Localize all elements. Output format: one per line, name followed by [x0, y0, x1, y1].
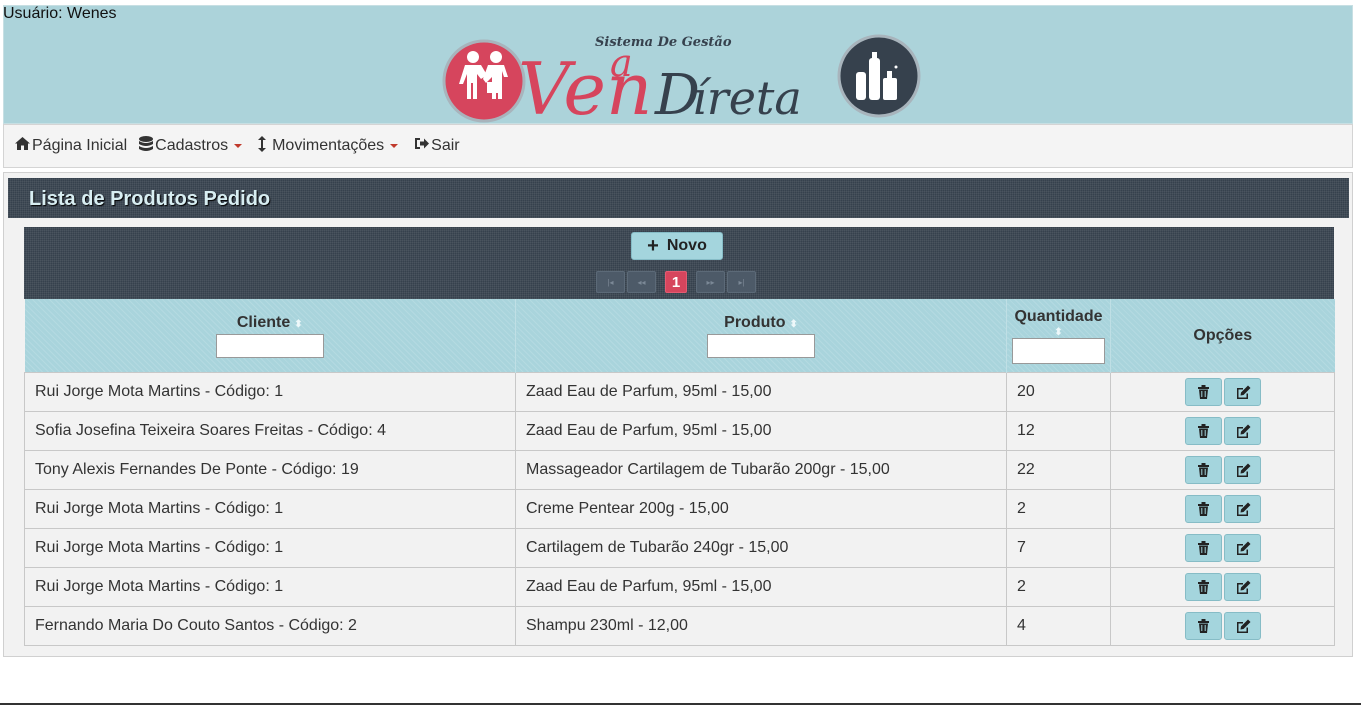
cell-opcoes [1110, 450, 1335, 490]
prev-page-button[interactable]: ◂◂ [627, 271, 656, 293]
database-icon [139, 135, 154, 157]
nav-cadastros[interactable]: Cadastros [139, 135, 243, 157]
filter-produto-input[interactable] [707, 333, 815, 358]
cell-quantidade: 7 [1006, 528, 1111, 568]
nav-sair-label: Sair [431, 137, 460, 154]
nav-movimentacoes-label: Movimentações [272, 137, 385, 154]
products-table: Cliente⬍ Produto⬍ Quantidade ⬍ Opções [24, 299, 1335, 646]
next-page-button[interactable]: ▸▸ [696, 271, 725, 293]
nav-home-label: Página Inicial [32, 137, 128, 154]
cell-opcoes [1110, 606, 1335, 646]
edit-button[interactable] [1223, 378, 1261, 406]
product-list-panel: Lista de Produtos Pedido + Novo |◂ ◂◂ 1 … [3, 172, 1353, 657]
cell-produto: Creme Pentear 200g - 15,00 [515, 489, 1007, 529]
home-icon [15, 137, 30, 155]
column-label-quantidade: Quantidade [1014, 308, 1103, 325]
new-button[interactable]: + Novo [631, 232, 723, 260]
table-row: Rui Jorge Mota Martins - Código: 1 Creme … [24, 489, 1335, 529]
edit-button[interactable] [1223, 573, 1261, 601]
cell-cliente: Rui Jorge Mota Martins - Código: 1 [24, 528, 516, 568]
delete-button[interactable] [1184, 417, 1222, 445]
last-page-button[interactable]: ▸| [727, 271, 756, 293]
cell-opcoes [1110, 411, 1335, 451]
edit-button[interactable] [1223, 456, 1261, 484]
cell-quantidade: 2 [1006, 567, 1111, 607]
cell-quantidade: 2 [1006, 489, 1111, 529]
sort-icon: ⬍ [294, 318, 303, 330]
cell-produto: Shampu 230ml - 12,00 [515, 606, 1007, 646]
venda-direta-logo: Sistema De Gestão Ven a D íreta [442, 34, 921, 126]
sort-icon: ⬍ [789, 318, 798, 330]
sort-icon: ⬍ [1054, 327, 1063, 338]
first-page-button[interactable]: |◂ [596, 271, 625, 293]
cell-cliente: Rui Jorge Mota Martins - Código: 1 [24, 489, 516, 529]
delete-button[interactable] [1184, 573, 1222, 601]
nav-sair[interactable]: Sair [414, 137, 460, 155]
cell-cliente: Sofia Josefina Teixeira Soares Freitas -… [24, 411, 516, 451]
cell-produto: Zaad Eau de Parfum, 95ml - 15,00 [515, 567, 1007, 607]
cell-opcoes [1110, 489, 1335, 529]
table-row: Fernando Maria Do Couto Santos - Código:… [24, 606, 1335, 646]
edit-button[interactable] [1223, 495, 1261, 523]
delete-button[interactable] [1184, 378, 1222, 406]
table-row: Tony Alexis Fernandes De Ponte - Código:… [24, 450, 1335, 490]
delete-button[interactable] [1184, 612, 1222, 640]
cell-produto: Cartilagem de Tubarão 240gr - 15,00 [515, 528, 1007, 568]
edit-button[interactable] [1223, 534, 1261, 562]
cell-cliente: Rui Jorge Mota Martins - Código: 1 [24, 567, 516, 607]
cell-quantidade: 20 [1006, 372, 1111, 412]
cell-cliente: Rui Jorge Mota Martins - Código: 1 [24, 372, 516, 412]
header-banner: Sistema De Gestão Ven a D íreta [3, 5, 1353, 126]
cell-opcoes [1110, 528, 1335, 568]
paginator: |◂ ◂◂ 1 ▸▸ ▸| [596, 271, 758, 293]
new-button-label: Novo [666, 237, 707, 254]
main-navbar: Página Inicial Cadastros Movimentações S… [3, 124, 1353, 168]
chevron-down-icon [390, 144, 399, 148]
nav-cadastros-label: Cadastros [155, 137, 229, 154]
column-header-cliente[interactable]: Cliente ⬍ [24, 299, 516, 373]
user-label: Usuário: Wenes [3, 5, 117, 22]
cell-produto: Zaad Eau de Parfum, 95ml - 15,00 [515, 372, 1007, 412]
page-1-button[interactable]: 1 [665, 271, 687, 293]
table-row: Rui Jorge Mota Martins - Código: 1 Cartil… [24, 528, 1335, 568]
column-label-produto: Produto [724, 313, 786, 331]
cell-cliente: Fernando Maria Do Couto Santos - Código:… [24, 606, 516, 646]
edit-button[interactable] [1223, 417, 1261, 445]
panel-title: Lista de Produtos Pedido [8, 178, 1349, 218]
delete-button[interactable] [1184, 456, 1222, 484]
table-row: Rui Jorge Mota Martins - Código: 1 Zaad E… [24, 567, 1335, 607]
cell-quantidade: 12 [1006, 411, 1111, 451]
delete-button[interactable] [1184, 495, 1222, 523]
edit-button[interactable] [1223, 612, 1261, 640]
nav-movimentacoes[interactable]: Movimentações [254, 135, 399, 157]
plus-icon: + [647, 235, 659, 257]
column-header-opcoes: Opções [1110, 299, 1335, 373]
filter-cliente-input[interactable] [215, 333, 324, 358]
table-row: Rui Jorge Mota Martins - Código: 1 Zaad E… [24, 372, 1335, 412]
cell-produto: Zaad Eau de Parfum, 95ml - 15,00 [515, 411, 1007, 451]
nav-home[interactable]: Página Inicial [15, 137, 127, 155]
cell-opcoes [1110, 567, 1335, 607]
sign-out-icon [414, 137, 430, 155]
filter-quantidade-input[interactable] [1012, 338, 1105, 364]
cell-cliente: Tony Alexis Fernandes De Ponte - Código:… [24, 450, 516, 490]
column-label-cliente: Cliente [236, 313, 291, 331]
delete-button[interactable] [1184, 534, 1222, 562]
svg-text:a: a [610, 41, 633, 85]
cell-quantidade: 4 [1006, 606, 1111, 646]
table-toolbar: + Novo |◂ ◂◂ 1 ▸▸ ▸| [24, 227, 1334, 299]
column-header-produto[interactable]: Produto ⬍ [515, 299, 1007, 373]
svg-text:íreta: íreta [692, 71, 802, 125]
vertical-arrows-icon [258, 135, 267, 157]
cell-quantidade: 22 [1006, 450, 1111, 490]
table-row: Sofia Josefina Teixeira Soares Freitas -… [24, 411, 1335, 451]
chevron-down-icon [234, 144, 243, 148]
column-header-quantidade[interactable]: Quantidade ⬍ [1006, 299, 1111, 373]
cell-produto: Massageador Cartilagem de Tubarão 200gr … [515, 450, 1007, 490]
cell-opcoes [1110, 372, 1335, 412]
